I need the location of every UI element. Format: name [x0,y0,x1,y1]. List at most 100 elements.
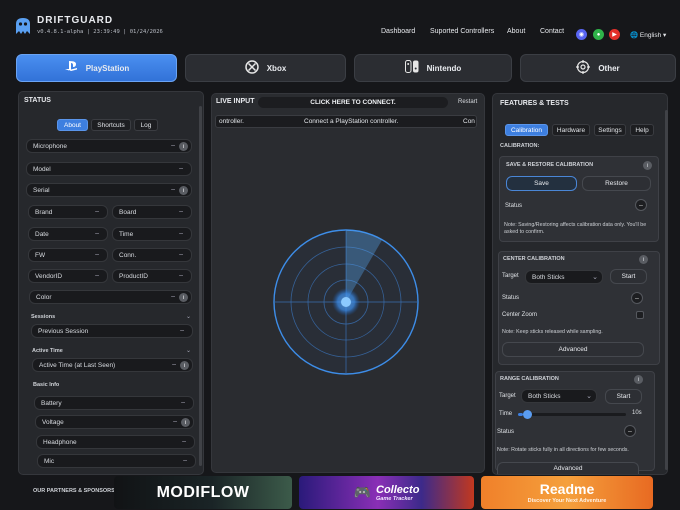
battery-field: Battery – [34,396,194,410]
fw-field: FW – [28,248,108,262]
info-icon[interactable]: i [643,161,652,170]
previous-session-value: – [180,327,184,334]
globe-icon: 🌐 [630,32,639,39]
chevron-down-icon[interactable]: ⌄ [186,347,191,354]
target-icon [576,59,591,77]
tab-calibration[interactable]: Calibration [505,124,548,136]
xbox-icon [244,59,259,77]
chevron-down-icon[interactable]: ⌄ [186,313,191,320]
sponsor-collecto[interactable]: 🎮 Collecto Game Tracker [299,476,474,509]
active-time-section-label: Active Time [32,348,63,354]
tab-about[interactable]: About [57,119,88,131]
info-icon[interactable]: i [181,418,190,427]
ticker-text-left: ontroller. [219,118,244,125]
range-target-value: Both Sticks [528,392,561,400]
previous-session-label: Previous Session [38,327,89,335]
vendorid-label: VendorID [35,272,63,280]
date-label: Date [35,230,49,238]
tab-settings[interactable]: Settings [594,124,626,136]
connect-button[interactable]: CLICK HERE TO CONNECT. [258,97,448,108]
sponsor-collecto-tagline: Game Tracker [376,495,413,502]
version-text: v0.4.8.1-alpha | 23:39:49 | 01/24/2026 [37,29,163,35]
console-xbox-button[interactable]: Xbox [185,54,346,82]
info-icon[interactable]: i [179,293,188,302]
headphone-label: Headphone [43,438,77,446]
tab-log[interactable]: Log [134,119,158,131]
features-scrollbar[interactable] [665,110,668,470]
range-target-select[interactable]: Both Sticks ⌄ [521,389,597,403]
console-nintendo-button[interactable]: Nintendo [354,54,512,82]
range-time-label: Time [499,411,513,417]
battery-value: – [181,399,185,406]
center-target-value: Both Sticks [532,273,565,281]
date-value: – [95,230,99,237]
mic-label: Mic [44,457,55,465]
previous-session-field: Previous Session – [31,324,193,338]
ticker-text-center: Connect a PlayStation controller. [304,118,399,125]
time-value: – [179,230,183,237]
center-advanced-button[interactable]: Advanced [502,342,644,357]
nav-supported-controllers[interactable]: Suported Controllers [430,28,494,35]
gamepad-icon: 🎮 [353,484,372,500]
mic-field: Mic – [37,454,196,468]
info-icon[interactable]: i [639,255,648,264]
save-button[interactable]: Save [506,176,577,191]
brand-value: – [95,208,99,215]
console-playstation-button[interactable]: PlayStation [16,54,177,82]
tab-hardware[interactable]: Hardware [552,124,590,136]
color-field: Color – i [29,290,192,304]
microphone-value: – [171,142,175,149]
chevron-down-icon: ⌄ [592,274,598,281]
nav-about[interactable]: About [507,28,525,35]
restore-button[interactable]: Restore [582,176,651,191]
nav-dashboard[interactable]: Dashboard [381,28,415,35]
console-other-label: Other [598,63,620,73]
tab-help[interactable]: Help [630,124,654,136]
playstation-icon [64,61,78,75]
status-scrollbar[interactable] [199,106,202,466]
range-start-button[interactable]: Start [605,389,642,404]
sponsor-collecto-name: Collecto [376,483,420,496]
info-icon[interactable]: i [180,361,189,370]
color-value: – [171,293,175,300]
chat-icon[interactable]: ● [593,29,604,40]
range-time-slider[interactable] [518,410,626,419]
driftguard-logo-icon [14,16,32,36]
calibration-section-label: CALIBRATION: [500,143,540,149]
discord-icon[interactable]: ◉ [576,29,587,40]
sponsor-readme[interactable]: Readme Discover Your Next Adventure [481,476,653,509]
youtube-icon[interactable]: ▶ [609,29,620,40]
console-other-button[interactable]: Other [520,54,676,82]
range-target-label: Target [499,393,516,399]
sessions-section-label: Sessions [31,314,56,320]
time-field: Time – [112,227,192,241]
brand-title: DRIFTGUARD [37,15,114,26]
headphone-field: Headphone – [36,435,195,449]
serial-field: Serial – i [26,183,192,197]
model-value: – [179,165,183,172]
range-status-label: Status [497,429,515,435]
tab-shortcuts[interactable]: Shortcuts [91,119,131,131]
sponsor-modiflow[interactable]: MODIFLOW [114,476,292,509]
info-icon[interactable]: i [634,375,643,384]
language-selector[interactable]: 🌐 English ▾ [630,31,666,39]
features-title: FEATURES & TESTS [500,100,569,107]
battery-label: Battery [41,399,62,407]
center-target-select[interactable]: Both Sticks ⌄ [525,270,603,284]
center-zoom-label: Center Zoom [502,312,538,318]
range-advanced-button[interactable]: Advanced [497,462,639,474]
live-input-title: LIVE INPUT [216,98,255,105]
partners-label: OUR PARTNERS & SPONSORS: [33,488,117,494]
nav-contact[interactable]: Contact [540,28,564,35]
center-start-button[interactable]: Start [610,269,647,284]
center-zoom-checkbox[interactable] [636,311,644,319]
restart-button[interactable]: Restart [458,99,477,105]
info-icon[interactable]: i [179,142,188,151]
productid-value: – [179,272,183,279]
save-restore-status-label: Status [505,203,523,209]
serial-label: Serial [33,186,50,194]
language-label: English [639,32,662,39]
center-status-indicator: – [631,292,643,304]
info-icon[interactable]: i [179,186,188,195]
chevron-down-icon: ▾ [663,32,667,39]
